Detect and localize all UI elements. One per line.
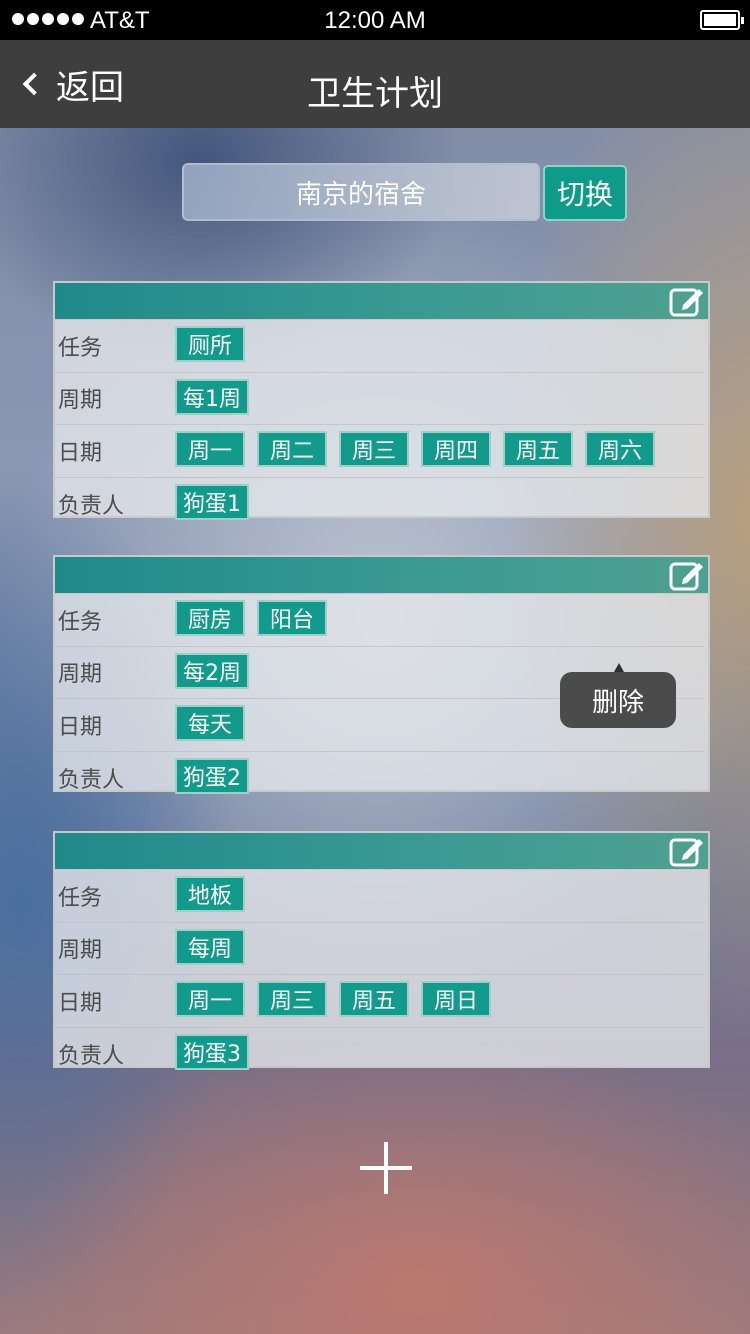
status-bar: AT&T 12:00 AM	[0, 0, 750, 40]
task-chip[interactable]: 地板	[175, 876, 245, 912]
plan-card-header	[55, 557, 708, 594]
cycle-label: 周期	[58, 662, 103, 687]
plus-icon[interactable]	[360, 1142, 412, 1194]
date-row: 日期 周一 周二 周三 周四 周五 周六	[55, 425, 704, 478]
owner-row: 负责人 狗蛋2	[55, 752, 704, 805]
owner-row: 负责人 狗蛋1	[55, 478, 704, 531]
edit-icon[interactable]	[669, 558, 705, 592]
owner-label: 负责人	[58, 1044, 125, 1069]
status-time: 12:00 AM	[324, 7, 426, 34]
edit-icon[interactable]	[669, 834, 705, 868]
task-row: 任务 厕所	[55, 320, 704, 373]
edit-icon[interactable]	[669, 284, 705, 318]
task-chip[interactable]: 厕所	[175, 326, 245, 362]
owner-label: 负责人	[58, 768, 125, 793]
battery-icon	[700, 10, 744, 30]
task-row: 任务 地板	[55, 870, 704, 923]
cycle-label: 周期	[58, 388, 103, 413]
task-chip[interactable]: 阳台	[257, 600, 327, 636]
date-chip[interactable]: 周一	[175, 431, 245, 467]
delete-button[interactable]: 删除	[560, 663, 676, 728]
plan-card: 任务 厕所 周期 每1周 日期 周一 周二 周三 周四 周五 周六 负责人 狗蛋…	[53, 281, 710, 520]
date-chip[interactable]: 周三	[257, 981, 327, 1017]
date-chip[interactable]: 周五	[339, 981, 409, 1017]
plan-card: 任务 地板 周期 每周 日期 周一 周三 周五 周日 负责人 狗蛋3	[53, 831, 710, 1070]
task-label: 任务	[58, 335, 103, 361]
switch-dorm-button[interactable]: 切换	[543, 165, 627, 221]
date-label: 日期	[58, 440, 103, 466]
cycle-chip[interactable]: 每1周	[175, 378, 249, 415]
cycle-label: 周期	[58, 938, 103, 963]
date-chip[interactable]: 周六	[585, 431, 655, 467]
task-row: 任务 厨房 阳台	[55, 594, 704, 647]
plan-card-header	[55, 833, 708, 870]
cycle-row: 周期 每1周	[55, 373, 704, 425]
navigation-bar: 返回 卫生计划	[0, 40, 750, 128]
cycle-row: 周期 每周	[55, 923, 704, 975]
owner-label: 负责人	[58, 494, 125, 519]
page-title: 卫生计划	[307, 74, 443, 114]
date-chip[interactable]: 周一	[175, 981, 245, 1017]
plan-card-header	[55, 283, 708, 320]
cycle-chip[interactable]: 每周	[175, 928, 245, 965]
task-label: 任务	[58, 609, 103, 635]
cycle-chip[interactable]: 每2周	[175, 652, 249, 689]
owner-row: 负责人 狗蛋3	[55, 1028, 704, 1081]
date-chip[interactable]: 周五	[503, 431, 573, 467]
date-row: 日期 周一 周三 周五 周日	[55, 975, 704, 1028]
task-chip[interactable]: 厨房	[175, 600, 245, 636]
owner-chip[interactable]: 狗蛋2	[175, 757, 249, 794]
date-chip[interactable]: 周二	[257, 431, 327, 467]
date-label: 日期	[58, 990, 103, 1016]
dorm-name-field[interactable]: 南京的宿舍	[182, 163, 540, 221]
date-label: 日期	[58, 714, 103, 740]
date-chip[interactable]: 周日	[421, 981, 491, 1017]
date-chip[interactable]: 周三	[339, 431, 409, 467]
owner-chip[interactable]: 狗蛋3	[175, 1033, 249, 1070]
owner-chip[interactable]: 狗蛋1	[175, 483, 249, 520]
task-label: 任务	[58, 885, 103, 911]
date-chip[interactable]: 每天	[175, 705, 245, 741]
date-chip[interactable]: 周四	[421, 431, 491, 467]
